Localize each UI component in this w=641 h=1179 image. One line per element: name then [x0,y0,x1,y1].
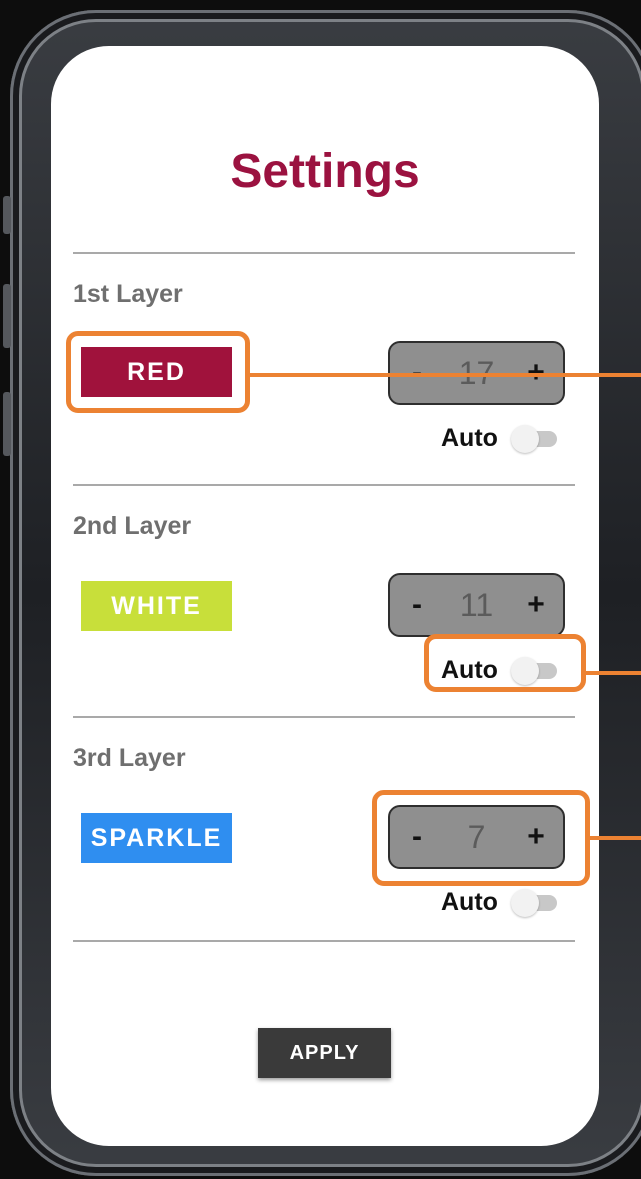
callout-color-button [66,331,250,413]
phone-side-button [3,284,11,348]
layer-2-label: 2nd Layer [73,512,192,540]
layer-2-value: 11 [459,587,494,623]
layer-1-auto-label: Auto [441,424,498,452]
layer-3-auto-label: Auto [441,888,498,916]
phone-side-button [3,392,11,456]
layer-2-stepper: - 11 + [388,573,565,637]
layer-3-label: 3rd Layer [73,744,186,772]
layer-3-color-button[interactable]: SPARKLE [81,813,232,863]
layer-3-auto-toggle[interactable] [511,888,559,918]
layer-1-label: 1st Layer [73,280,183,308]
layer-2-increment-button[interactable]: + [521,585,551,625]
divider [73,716,575,718]
layer-2-decrement-button[interactable]: - [402,585,432,625]
divider [73,484,575,486]
apply-button[interactable]: APPLY [258,1028,391,1078]
toggle-thumb [511,889,539,917]
layer-2-color-button[interactable]: WHITE [81,581,232,631]
phone-side-button [3,196,11,234]
callout-line-stepper [590,836,641,840]
toggle-thumb [511,425,539,453]
page-title: Settings [230,145,420,198]
callout-line-auto-toggle [586,671,641,675]
app-screen: Settings 1st Layer RED - 17 + Auto 2nd L… [51,46,599,1146]
layer-1-auto-toggle[interactable] [511,424,559,454]
callout-stepper [372,790,590,886]
callout-line-color-button [250,373,641,377]
divider [73,940,575,942]
callout-auto-toggle [424,634,586,692]
divider [73,252,575,254]
